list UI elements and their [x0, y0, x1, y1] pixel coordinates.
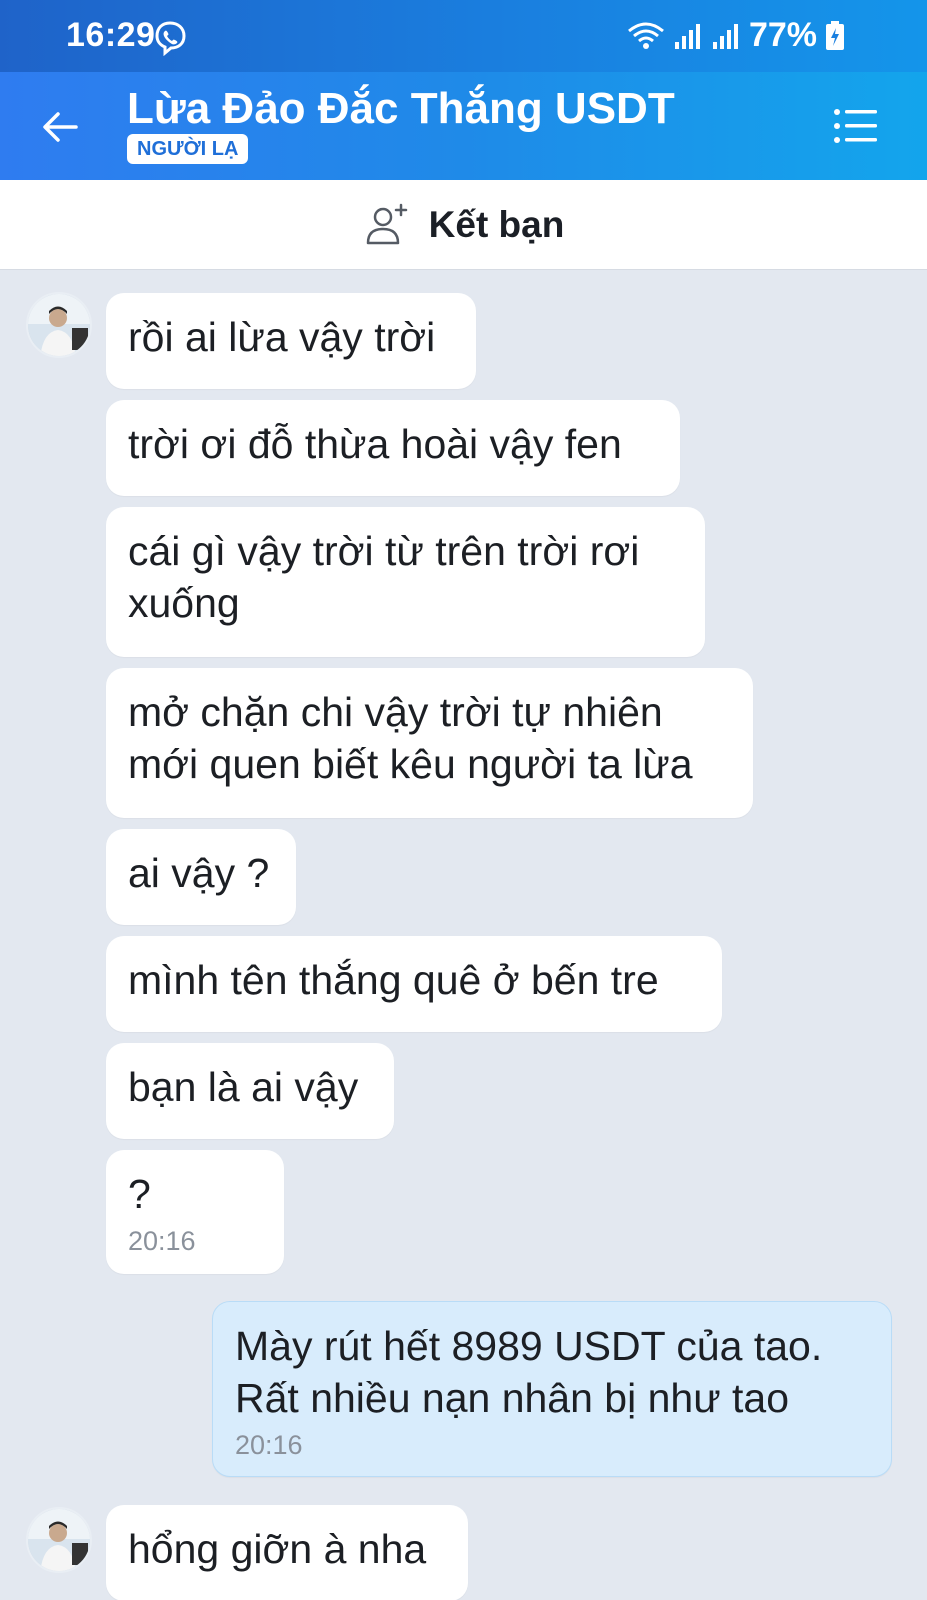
list-menu-icon[interactable]: [833, 106, 879, 146]
stranger-badge: NGƯỜI LẠ: [127, 134, 249, 164]
message-bubble-incoming[interactable]: rồi ai lừa vậy trời: [106, 293, 476, 389]
add-friend-bar[interactable]: Kết bạn: [0, 180, 927, 270]
message-text: cái gì vậy trời từ trên trời rơi xuống: [128, 528, 640, 626]
signal-icon: [712, 23, 738, 49]
message-text: Mày rút hết 8989 USDT của tao. Rất nhiều…: [235, 1323, 823, 1421]
message-bubble-incoming[interactable]: trời ơi đỗ thừa hoài vậy fen: [106, 400, 680, 496]
message-bubble-incoming[interactable]: mở chặn chi vậy trời tự nhiên mới quen b…: [106, 668, 753, 818]
message-text: mình tên thắng quê ở bến tre: [128, 957, 659, 1003]
battery-percent: 77%: [748, 16, 817, 54]
add-friend-icon: [366, 203, 407, 244]
wifi-icon: [627, 22, 664, 49]
message-text: trời ơi đỗ thừa hoài vậy fen: [128, 421, 622, 467]
avatar[interactable]: [26, 1507, 92, 1573]
message-text: hổng giỡn à nha: [128, 1526, 427, 1572]
signal-icon: [674, 23, 700, 49]
viber-icon: [155, 21, 186, 56]
status-time: 16:29: [66, 16, 156, 54]
avatar-image: [28, 294, 90, 356]
message-text: rồi ai lừa vậy trời: [128, 314, 436, 360]
message-bubble-incoming[interactable]: cái gì vậy trời từ trên trời rơi xuống: [106, 507, 705, 657]
status-icons: 77%: [627, 16, 845, 55]
back-arrow-icon[interactable]: [36, 102, 86, 152]
message-text: ?: [128, 1171, 151, 1217]
chat-title[interactable]: Lừa Đảo Đắc Thắng USDT: [127, 84, 675, 134]
avatar[interactable]: [26, 292, 92, 358]
message-text: mở chặn chi vậy trời tự nhiên mới quen b…: [128, 689, 693, 787]
message-bubble-incoming[interactable]: hổng giỡn à nha: [106, 1505, 468, 1600]
message-bubble-incoming[interactable]: bạn là ai vậy: [106, 1043, 394, 1139]
message-text: ai vậy ?: [128, 850, 270, 896]
battery-charging-icon: [826, 20, 844, 50]
status-bar: 16:29 77%: [0, 0, 927, 72]
chat-header: Lừa Đảo Đắc Thắng USDT NGƯỜI LẠ: [0, 72, 927, 180]
message-time: 20:16: [235, 1430, 303, 1460]
message-text: bạn là ai vậy: [128, 1064, 359, 1110]
add-friend-label: Kết bạn: [428, 203, 565, 245]
message-bubble-incoming[interactable]: ? 20:16: [106, 1150, 284, 1274]
message-bubble-outgoing[interactable]: Mày rút hết 8989 USDT của tao. Rất nhiều…: [212, 1301, 892, 1477]
message-bubble-incoming[interactable]: ai vậy ?: [106, 829, 296, 925]
message-bubble-incoming[interactable]: mình tên thắng quê ở bến tre: [106, 936, 722, 1032]
message-time: 20:16: [128, 1226, 196, 1256]
avatar-image: [28, 1509, 90, 1571]
